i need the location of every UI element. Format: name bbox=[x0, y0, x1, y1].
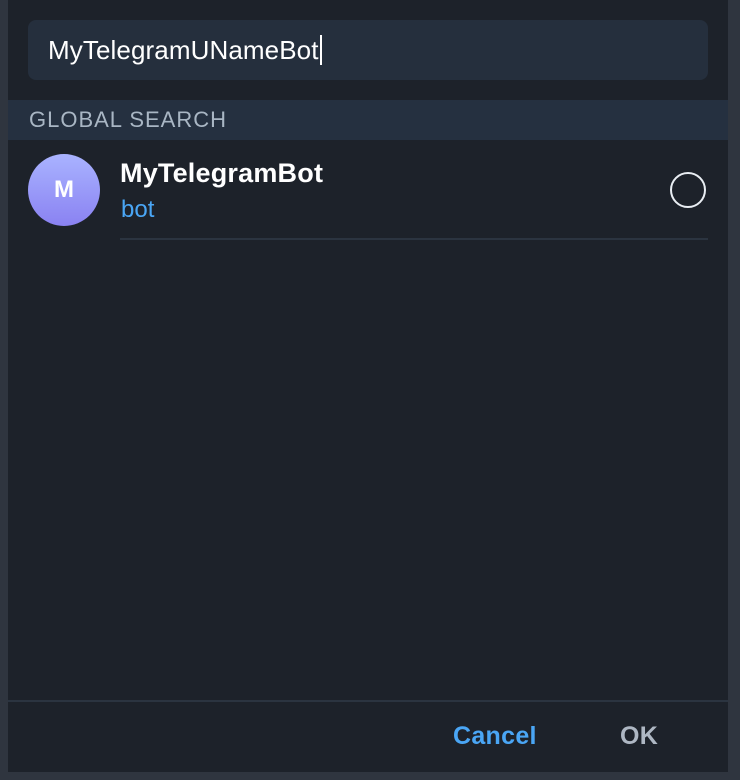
list-item[interactable]: M MyTelegramBot bot bbox=[8, 140, 728, 240]
result-subtitle: bot bbox=[121, 196, 155, 223]
search-input[interactable]: MyTelegramUNameBot bbox=[28, 20, 708, 80]
avatar: M bbox=[28, 154, 100, 226]
select-bot-dialog: MyTelegramUNameBot GLOBAL SEARCH M MyTel… bbox=[0, 0, 740, 780]
cancel-button[interactable]: Cancel bbox=[453, 722, 537, 751]
ok-button[interactable]: OK bbox=[620, 722, 658, 751]
search-input-value: MyTelegramUNameBot bbox=[48, 34, 319, 65]
avatar-letter: M bbox=[54, 176, 74, 203]
section-title: GLOBAL SEARCH bbox=[29, 107, 228, 132]
section-header: GLOBAL SEARCH bbox=[8, 100, 728, 140]
footer-divider bbox=[8, 700, 728, 702]
result-name: MyTelegramBot bbox=[120, 158, 324, 188]
text-caret bbox=[319, 35, 322, 65]
row-divider bbox=[120, 238, 708, 240]
radio-button[interactable] bbox=[670, 172, 706, 208]
